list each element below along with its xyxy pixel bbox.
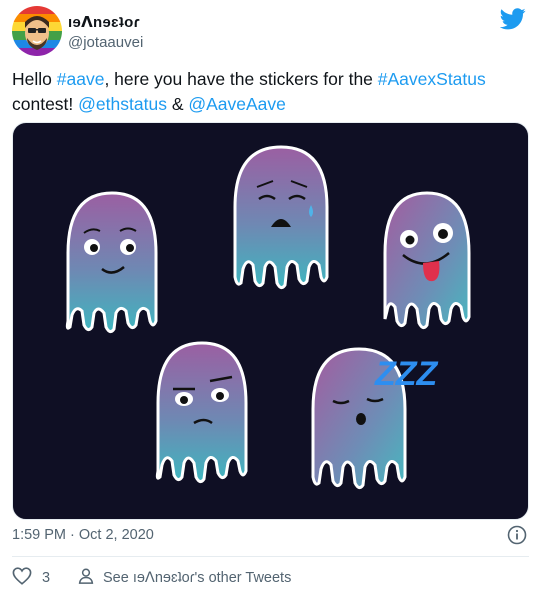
- tweet-header: ıɘⴷnɘɛʇoɾ @jotaauvei: [12, 6, 529, 56]
- info-icon[interactable]: [507, 525, 527, 545]
- tweet-media-image[interactable]: ZZZ: [12, 122, 529, 520]
- tweet-card: ıɘⴷnɘɛʇoɾ @jotaauvei Hello #aave, here y…: [0, 0, 541, 595]
- like-button[interactable]: 3: [12, 567, 50, 589]
- divider: [12, 556, 529, 557]
- see-other-tweets-link[interactable]: See ıɘⴷnɘɛʇoɾ's other Tweets: [77, 567, 317, 589]
- hashtag-link[interactable]: #aave: [57, 69, 105, 89]
- tweet-text-segment: , here you have the stickers for the: [104, 69, 378, 89]
- like-count: 3: [42, 570, 51, 586]
- tweet-text-segment: &: [166, 94, 189, 114]
- see-other-tweets-label: See ıɘⴷnɘɛʇoɾ's other Tweets: [103, 570, 292, 586]
- hashtag-link[interactable]: #AavexStatus: [378, 69, 486, 89]
- tweet-timestamp[interactable]: 1:59 PM · Oct 2, 2020: [12, 527, 154, 543]
- mention-link[interactable]: @AaveAave: [188, 94, 286, 114]
- sleep-zzz-text: ZZZ: [374, 355, 439, 393]
- tweet-text-segment: contest!: [12, 94, 79, 114]
- twitter-bird-icon[interactable]: [499, 8, 526, 30]
- ghost-sticker-sad: [233, 145, 329, 290]
- ghost-sticker-tongue: [383, 191, 471, 330]
- user-names[interactable]: ıɘⴷnɘɛʇoɾ @jotaauvei: [68, 13, 143, 51]
- mention-link[interactable]: @ethstatus: [78, 94, 167, 114]
- tweet-text: Hello #aave, here you have the stickers …: [12, 67, 527, 117]
- tweet-text-segment: Hello: [12, 69, 57, 89]
- ghost-sticker-happy: [65, 191, 158, 334]
- user-handle[interactable]: @jotaauvei: [68, 34, 143, 51]
- ghost-sticker-skeptical: [155, 341, 248, 484]
- heart-icon: [12, 567, 32, 589]
- avatar[interactable]: [12, 6, 62, 56]
- display-name[interactable]: ıɘⴷnɘɛʇoɾ: [68, 13, 143, 31]
- person-icon: [77, 567, 95, 589]
